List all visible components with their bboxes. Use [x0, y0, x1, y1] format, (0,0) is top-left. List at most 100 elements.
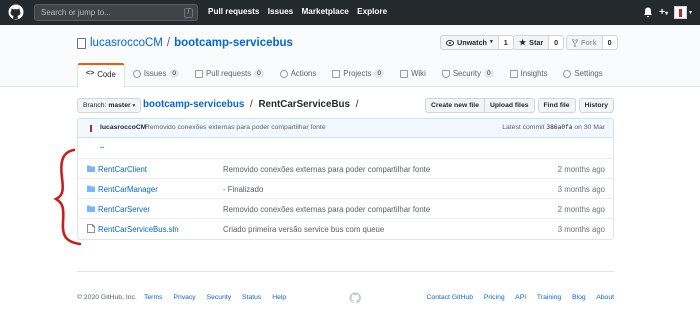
footer-link-security[interactable]: Security	[207, 294, 232, 301]
avatar	[673, 6, 687, 19]
tab-security[interactable]: Security 0	[434, 63, 502, 87]
global-nav: Pull requests Issues Marketplace Explore	[208, 7, 393, 16]
tab-label: Settings	[574, 69, 603, 78]
tab-count: 0	[483, 69, 494, 78]
star-button-group: ★ Star 0	[513, 35, 565, 50]
footer-link-blog[interactable]: Blog	[572, 294, 586, 301]
tab-settings[interactable]: Settings	[555, 63, 610, 87]
file-commit-message[interactable]: Criado primeira versão service bus com q…	[223, 225, 384, 234]
nav-issues[interactable]: Issues	[268, 7, 294, 16]
file-navigation: Branch: master ▾ bootcamp-servicebus / R…	[77, 98, 614, 114]
footer-link-pricing[interactable]: Pricing	[484, 294, 505, 301]
footer-link-contact[interactable]: Contact GitHub	[427, 294, 473, 301]
nav-explore[interactable]: Explore	[357, 7, 387, 16]
chevron-down-icon: ▾	[688, 10, 692, 16]
tab-insights[interactable]: Insights	[502, 63, 556, 87]
footer-link-about[interactable]: About	[596, 294, 614, 301]
file-name-link[interactable]: RentCarServiceBus.sln	[98, 225, 179, 234]
search-input[interactable]: Search or jump to... /	[34, 4, 198, 21]
github-mark-icon[interactable]	[349, 292, 361, 304]
user-menu[interactable]: ▾	[673, 6, 692, 19]
file-age: 3 months ago	[557, 185, 605, 194]
footer-link-training[interactable]: Training	[537, 294, 561, 301]
find-file-button[interactable]: Find file	[537, 98, 576, 113]
branch-prefix: Branch:	[83, 102, 107, 109]
commit-author-avatar[interactable]	[88, 124, 95, 133]
file-age: 3 months ago	[557, 225, 605, 234]
upload-files-button[interactable]: Upload files	[483, 98, 535, 113]
unwatch-label: Unwatch	[457, 38, 487, 47]
tab-actions[interactable]: Actions	[272, 63, 325, 87]
shield-icon	[441, 70, 450, 78]
tab-label: Wiki	[411, 69, 426, 78]
fork-button[interactable]: Fork	[566, 35, 603, 50]
footer-link-help[interactable]: Help	[272, 294, 286, 301]
branch-select-button[interactable]: Branch: master ▾	[77, 98, 142, 113]
file-actions: Create new file Upload files Find file H…	[425, 98, 614, 113]
commit-sha-link[interactable]: 386a0fa	[546, 124, 572, 131]
tab-wiki[interactable]: Wiki	[392, 63, 434, 87]
breadcrumb-repo-link[interactable]: bootcamp-servicebus	[143, 99, 244, 110]
tab-label: Security	[452, 69, 481, 78]
footer-right-links: Contact GitHub Pricing API Training Blog…	[427, 294, 614, 301]
commit-author-link[interactable]: lucasroccoCM	[100, 124, 146, 131]
repo-icon	[77, 37, 86, 49]
unwatch-button[interactable]: Unwatch ▾	[440, 35, 499, 50]
file-name-link[interactable]: RentCarManager	[98, 185, 158, 194]
file-list: .. RentCarClient Removido conexões exter…	[77, 138, 614, 240]
repo-title: lucasroccoCM / bootcamp-servicebus	[77, 37, 293, 49]
folder-icon	[87, 205, 95, 212]
tab-label: Code	[97, 70, 116, 79]
project-icon	[332, 70, 341, 78]
parent-directory-link[interactable]: ..	[100, 141, 104, 150]
file-commit-message[interactable]: Removido conexões externas para poder co…	[223, 205, 430, 214]
tab-count: 0	[254, 69, 264, 78]
footer-link-terms[interactable]: Terms	[144, 294, 163, 301]
nav-pull-requests[interactable]: Pull requests	[208, 7, 259, 16]
create-new-dropdown[interactable]: +▾	[659, 7, 668, 18]
nav-marketplace[interactable]: Marketplace	[301, 7, 348, 16]
bell-icon[interactable]	[643, 7, 653, 18]
file-name-link[interactable]: RentCarServer	[98, 205, 150, 214]
tab-issues[interactable]: Issues 0	[125, 63, 187, 87]
code-icon: <>	[86, 70, 95, 77]
footer-left-links: Terms Privacy Security Status Help	[144, 294, 295, 301]
file-commit-message[interactable]: - Finalizado	[223, 185, 263, 194]
footer-link-privacy[interactable]: Privacy	[173, 294, 195, 301]
commit-message-link[interactable]: Removido conexões externas para poder co…	[145, 124, 326, 131]
star-button[interactable]: ★ Star	[513, 35, 550, 50]
breadcrumb-current: RentCarServiceBus	[258, 99, 350, 110]
footer-link-api[interactable]: API	[515, 294, 526, 301]
file-age: 2 months ago	[557, 205, 605, 214]
folder-icon	[87, 165, 95, 172]
parent-directory-row[interactable]: ..	[78, 138, 613, 158]
header-actions: +▾ ▾	[643, 5, 692, 20]
pull-request-icon	[195, 70, 203, 78]
repo-owner-link[interactable]: lucasroccoCM	[90, 37, 163, 49]
create-new-file-button[interactable]: Create new file	[425, 98, 485, 113]
tab-label: Actions	[290, 69, 317, 78]
footer-divider	[77, 271, 614, 272]
tab-code[interactable]: <> Code	[77, 63, 125, 88]
tab-projects[interactable]: Projects 0	[324, 63, 392, 87]
file-icon	[87, 224, 95, 233]
repo-tabs: <> Code Issues 0 Pull requests 0 Actions…	[77, 63, 611, 88]
watch-count[interactable]: 1	[498, 35, 514, 50]
history-button[interactable]: History	[578, 98, 614, 113]
fork-count[interactable]: 0	[602, 35, 618, 50]
file-name-link[interactable]: RentCarClient	[98, 165, 147, 174]
tab-pull-requests[interactable]: Pull requests 0	[187, 63, 272, 87]
footer-link-status[interactable]: Status	[242, 294, 261, 301]
breadcrumb-separator: /	[250, 99, 253, 110]
github-logo-icon[interactable]	[8, 4, 24, 20]
file-commit-message[interactable]: Removido conexões externas para poder co…	[223, 165, 430, 174]
repo-name-link[interactable]: bootcamp-servicebus	[174, 37, 293, 49]
fork-button-group: Fork 0	[566, 35, 618, 50]
tab-label: Insights	[520, 69, 548, 78]
chevron-down-icon: ▾	[489, 39, 493, 45]
graph-icon	[509, 70, 518, 78]
star-count[interactable]: 0	[549, 35, 565, 50]
global-header: Search or jump to... / Pull requests Iss…	[0, 0, 700, 25]
tab-label: Projects	[343, 69, 372, 78]
tab-label: Issues	[143, 69, 167, 78]
